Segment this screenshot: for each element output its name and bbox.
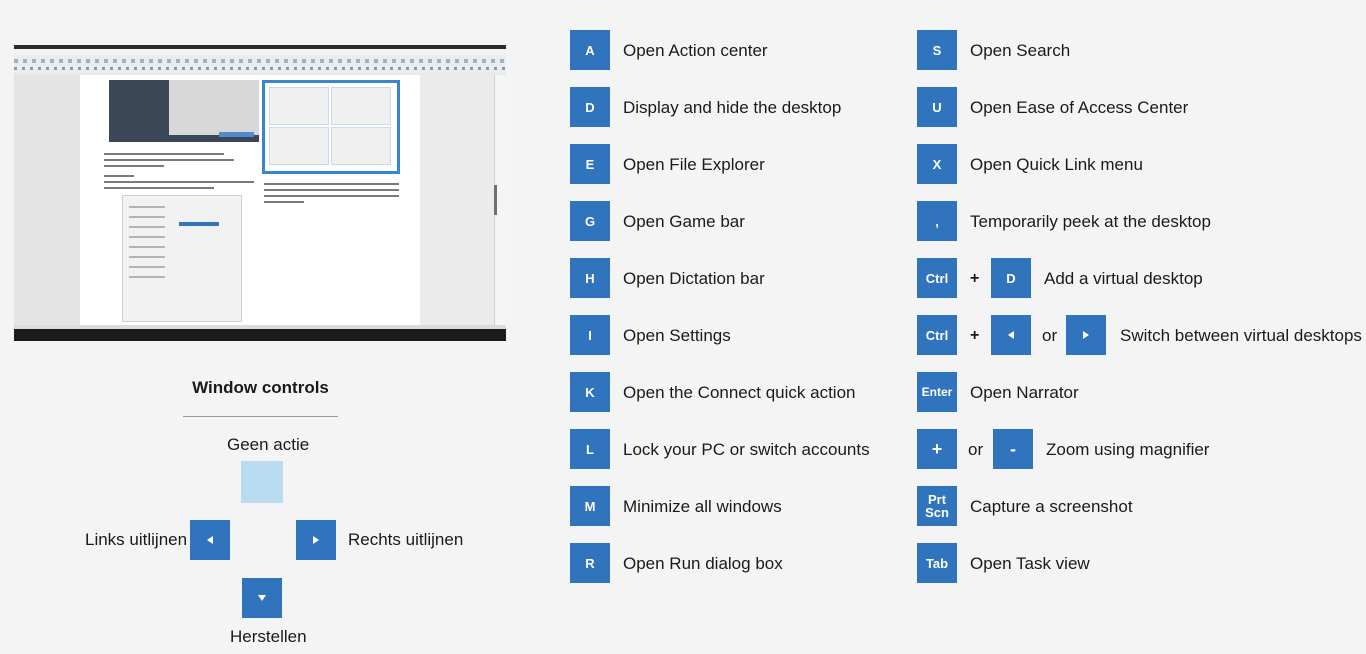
key-prtscn: Prt Scn — [917, 486, 957, 526]
shortcut-label: Open File Explorer — [623, 155, 765, 174]
shortcut-label: Open Task view — [970, 554, 1090, 573]
window-controls-title: Window controls — [192, 378, 329, 397]
thumbnail-text-line — [264, 195, 399, 197]
window-controls-up-label: Geen actie — [227, 435, 310, 454]
thumbnail-scrollbar-thumb — [494, 185, 497, 215]
arrow-down-icon — [258, 595, 266, 601]
key-i: I — [570, 315, 610, 355]
shortcut-label: Open Game bar — [623, 212, 745, 231]
thumbnail-left-gutter — [14, 75, 80, 325]
arrow-left-key — [190, 520, 230, 560]
shortcut-label: Zoom using magnifier — [1046, 440, 1210, 459]
shortcut-label: Open Action center — [623, 41, 768, 60]
shortcut-label: Open Narrator — [970, 383, 1079, 402]
key-r: R — [570, 543, 610, 583]
shortcut-label: Add a virtual desktop — [1044, 269, 1203, 288]
screenshot-thumbnail — [14, 45, 506, 341]
thumbnail-text-line — [104, 153, 224, 155]
arrow-right-key — [1066, 315, 1106, 355]
key-ctrl: Ctrl — [917, 315, 957, 355]
thumbnail-embedded-image-panel — [169, 80, 259, 135]
no-action-tile — [241, 461, 283, 503]
arrow-right-icon — [313, 536, 319, 544]
key-x: X — [917, 144, 957, 184]
key-enter: Enter — [917, 372, 957, 412]
key-g: G — [570, 201, 610, 241]
window-controls-right-label: Rechts uitlijnen — [348, 530, 464, 549]
key-h: H — [570, 258, 610, 298]
key-ctrl: Ctrl — [917, 258, 957, 298]
key-prtscn-line2: Scn — [925, 505, 949, 520]
thumbnail-settings-dialog — [122, 195, 242, 322]
or-text: or — [968, 440, 984, 459]
window-controls-down-label: Herstellen — [230, 627, 307, 646]
shortcut-label: Open Run dialog box — [623, 554, 783, 573]
shortcut-label: Open Quick Link menu — [970, 155, 1143, 174]
thumbnail-taskbar — [14, 329, 506, 341]
arrow-right-key — [296, 520, 336, 560]
shortcut-label: Lock your PC or switch accounts — [623, 440, 870, 459]
thumbnail-text-line — [104, 187, 214, 189]
key-comma: , — [917, 201, 957, 241]
arrow-down-key — [242, 578, 282, 618]
shortcut-label: Minimize all windows — [623, 497, 782, 516]
thumbnail-text-line — [264, 189, 399, 191]
shortcut-label: Display and hide the desktop — [623, 98, 842, 117]
shortcut-label: Switch between virtual desktops — [1120, 326, 1362, 345]
key-a: A — [570, 30, 610, 70]
key-minus: - — [993, 429, 1033, 469]
shortcut-label: Temporarily peek at the desktop — [970, 212, 1211, 231]
arrow-right-icon — [1083, 331, 1089, 339]
plus-sign: + — [970, 270, 980, 287]
window-controls-divider — [183, 416, 338, 417]
thumbnail-toolbar-row — [14, 65, 506, 73]
window-controls-left-label: Links uitlijnen — [85, 530, 188, 549]
or-text: or — [1042, 326, 1058, 345]
key-m: M — [570, 486, 610, 526]
key-tab: Tab — [917, 543, 957, 583]
arrow-left-icon — [1008, 331, 1014, 339]
shortcut-label: Open Search — [970, 41, 1071, 60]
key-u: U — [917, 87, 957, 127]
key-d: D — [570, 87, 610, 127]
shortcut-label: Capture a screenshot — [970, 497, 1133, 516]
plus-sign: + — [970, 327, 980, 344]
key-d-virtual: D — [991, 258, 1031, 298]
key-s: S — [917, 30, 957, 70]
key-e: E — [570, 144, 610, 184]
shortcut-label: Open the Connect quick action — [623, 383, 856, 402]
arrow-left-key — [991, 315, 1031, 355]
thumbnail-text-line — [104, 175, 134, 177]
arrow-left-icon — [207, 536, 213, 544]
thumbnail-text-line — [104, 181, 254, 183]
thumbnail-text-line — [264, 183, 399, 185]
thumbnail-text-line — [264, 201, 304, 203]
key-l: L — [570, 429, 610, 469]
thumbnail-text-line — [104, 159, 234, 161]
key-k: K — [570, 372, 610, 412]
shortcut-label: Open Settings — [623, 326, 731, 345]
shortcut-label: Open Dictation bar — [623, 269, 765, 288]
thumbnail-text-line — [104, 165, 164, 167]
shortcut-label: Open Ease of Access Center — [970, 98, 1189, 117]
thumbnail-embedded-image-button — [219, 132, 254, 137]
key-plus: + — [917, 429, 957, 469]
thumbnail-task-view-image — [262, 80, 400, 174]
